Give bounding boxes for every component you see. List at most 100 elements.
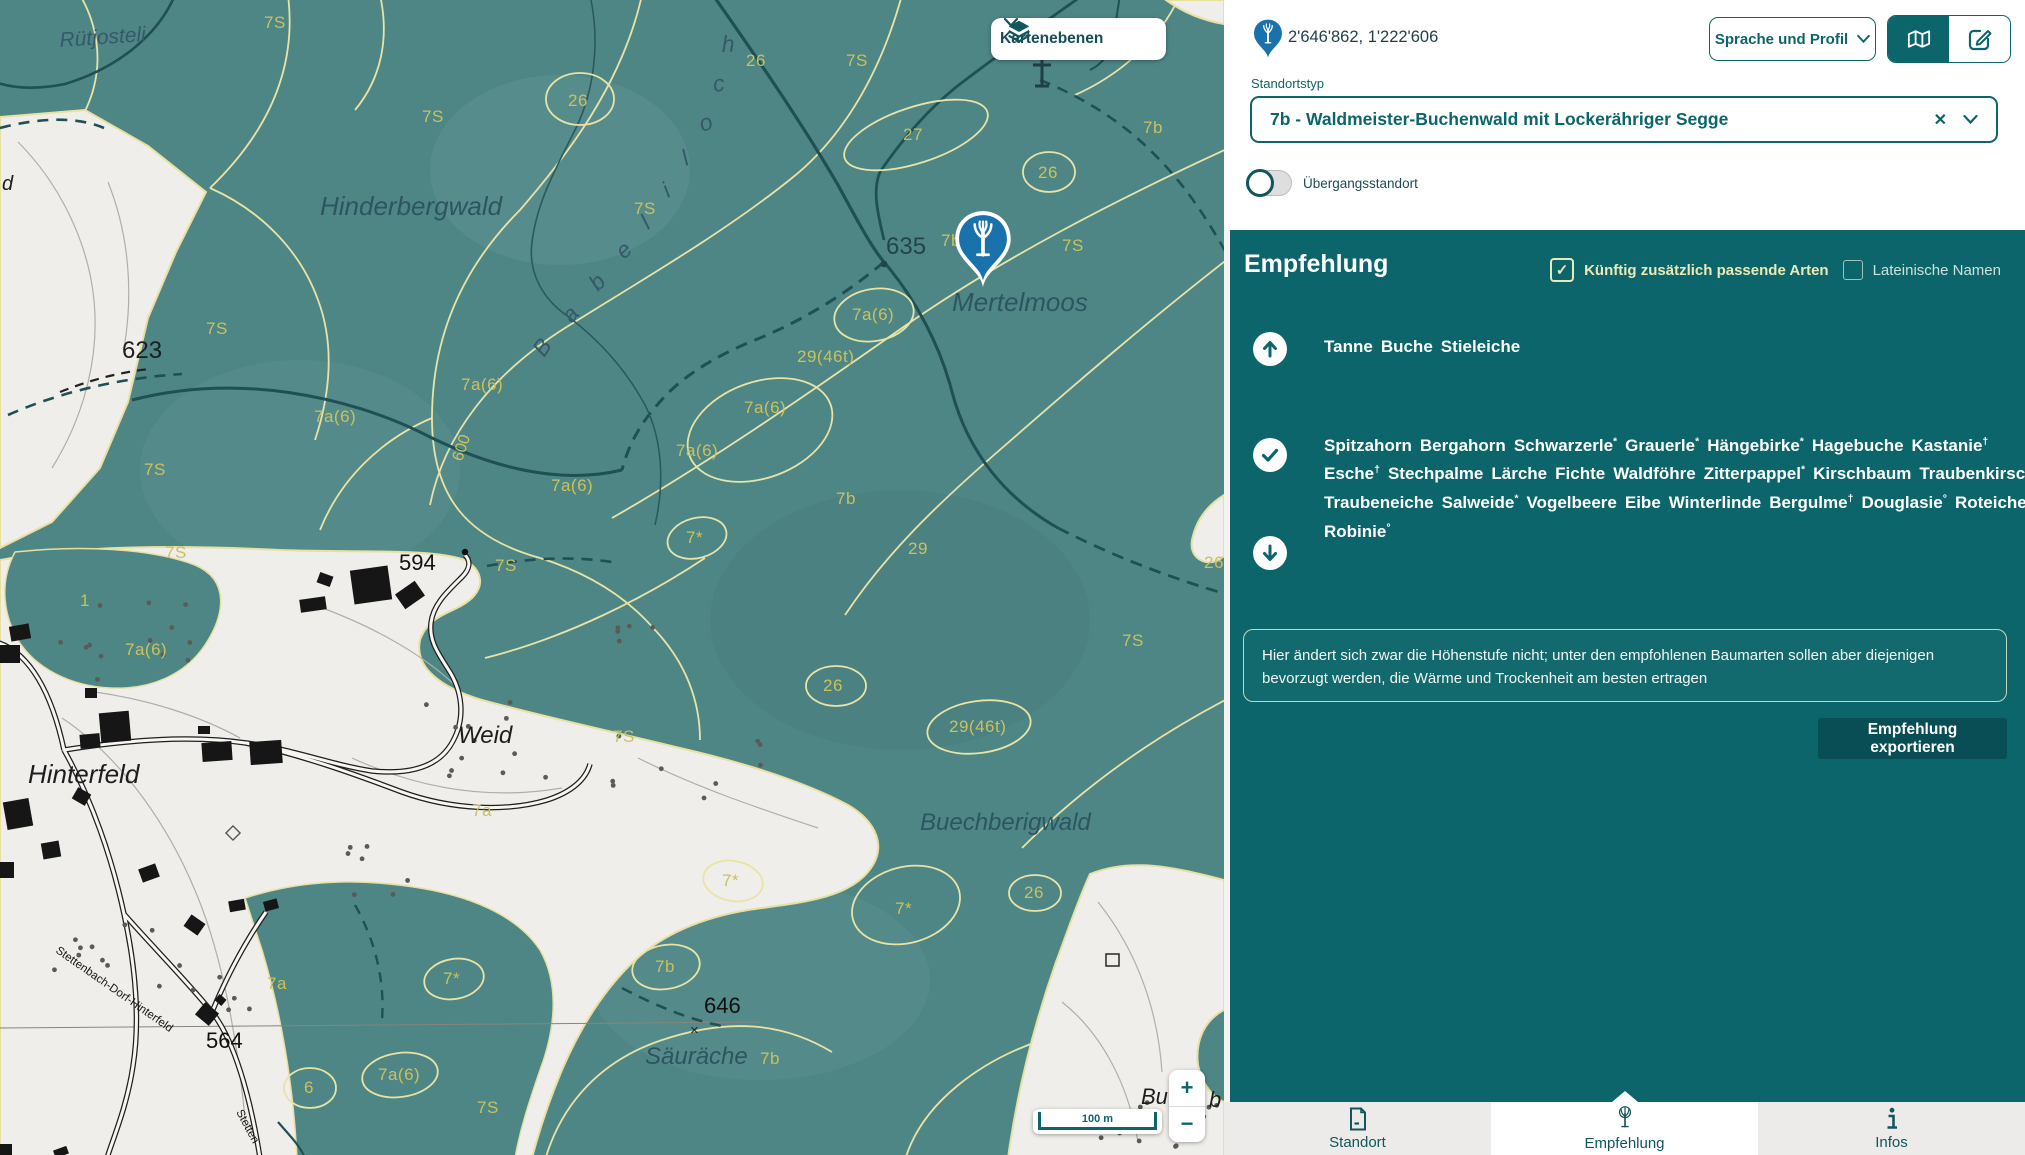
map-orchard-dot bbox=[95, 677, 100, 682]
tab-empfehlung-label: Empfehlung bbox=[1584, 1135, 1664, 1152]
transition-site-label: Übergangsstandort bbox=[1303, 176, 1418, 191]
map-code-label: 7a(6) bbox=[461, 375, 503, 394]
map-building bbox=[79, 733, 100, 749]
map-orchard-dot bbox=[659, 766, 664, 771]
map-elevation-label: 623 bbox=[122, 337, 162, 364]
map-orchard-dot bbox=[1174, 1143, 1179, 1148]
map-orchard-dot bbox=[90, 944, 95, 949]
map-code-label: 7a(6) bbox=[378, 1065, 420, 1084]
recommendation-row-suitable: SpitzahornBergahornSchwarzerle*Grauerle*… bbox=[1253, 438, 1287, 472]
map-code-label: 6 bbox=[304, 1078, 314, 1097]
map-orchard-dot bbox=[610, 779, 615, 784]
map-orchard-dot bbox=[758, 763, 763, 768]
map-code-label: 7b bbox=[1143, 118, 1163, 137]
map-orchard-dot bbox=[78, 945, 83, 950]
document-icon bbox=[1347, 1107, 1369, 1131]
map-code-label: 7S bbox=[613, 727, 635, 746]
map-canvas[interactable]: × RütjosteliHinderbergwaldMertelmoosWeid… bbox=[0, 0, 1224, 1155]
map-place-label: Buechberigwald bbox=[920, 809, 1091, 836]
recommendation-note: Hier ändert sich zwar die Höhenstufe nic… bbox=[1243, 629, 2007, 702]
tab-empfehlung[interactable]: Empfehlung bbox=[1491, 1102, 1758, 1155]
tab-infos[interactable]: Infos bbox=[1758, 1102, 2025, 1155]
map-view-button[interactable] bbox=[1888, 16, 1949, 62]
map-orchard-dot bbox=[702, 796, 707, 801]
map-place-label: Bu bbox=[1141, 1084, 1168, 1109]
map-orchard-dot bbox=[504, 716, 509, 721]
map-code-label: 7* bbox=[686, 528, 703, 547]
chevron-down-icon bbox=[1857, 35, 1870, 43]
species-name: Traubenkirsche bbox=[1919, 464, 2025, 483]
map-orchard-dot bbox=[617, 639, 622, 644]
map-code-label: 7* bbox=[722, 871, 739, 890]
map-elevation-label: 594 bbox=[399, 550, 436, 575]
map-code-label: 7a(6) bbox=[314, 407, 356, 426]
map-building bbox=[201, 741, 232, 762]
edit-view-button[interactable] bbox=[1949, 16, 2010, 62]
map-orchard-dot bbox=[627, 624, 632, 629]
clear-icon[interactable]: ✕ bbox=[1934, 110, 1947, 130]
map-code-label: 7a(6) bbox=[676, 441, 718, 460]
species-name: Schwarzerle* bbox=[1514, 436, 1617, 455]
map-orchard-dot bbox=[58, 640, 63, 645]
map-orchard-dot bbox=[185, 658, 190, 663]
arrow-up-circle-icon bbox=[1253, 332, 1287, 366]
species-name: Salweide* bbox=[1442, 493, 1519, 512]
map-orchard-dot bbox=[52, 967, 57, 972]
map-orchard-dot bbox=[360, 856, 365, 861]
zoom-out-button[interactable]: − bbox=[1169, 1107, 1205, 1143]
map-code-label: 7S bbox=[165, 543, 187, 562]
map-building bbox=[99, 711, 132, 744]
map-code-label: 26 bbox=[1204, 553, 1224, 572]
tree-app: × RütjosteliHinderbergwaldMertelmoosWeid… bbox=[0, 0, 2025, 1155]
map-place-label: Hinterfeld bbox=[28, 759, 141, 789]
map-code-label: 26 bbox=[746, 51, 766, 70]
tree-pin-icon bbox=[1614, 1106, 1636, 1132]
map-code-label: 29(46t) bbox=[797, 347, 854, 366]
map-orchard-dot bbox=[157, 984, 162, 989]
species-name: Esche† bbox=[1324, 464, 1380, 483]
bottom-tab-bar: Standort Empfehlung bbox=[1224, 1102, 2025, 1155]
export-recommendation-button[interactable]: Empfehlung exportieren bbox=[1818, 718, 2007, 759]
checkbox-box bbox=[1843, 260, 1863, 280]
map-orchard-dot bbox=[543, 775, 548, 780]
map-orchard-dot bbox=[352, 892, 357, 897]
map-orchard-dot bbox=[508, 700, 513, 705]
map-orchard-dot bbox=[611, 783, 616, 788]
map-orchard-dot bbox=[365, 844, 370, 849]
map-code-label: 7S bbox=[477, 1098, 499, 1117]
latin-names-checkbox[interactable]: Lateinische Namen bbox=[1843, 260, 2001, 280]
species-name: Stechpalme bbox=[1388, 464, 1483, 483]
map-layers-button[interactable]: Kartenebenen bbox=[991, 18, 1166, 60]
language-profile-button[interactable]: Sprache und Profil bbox=[1709, 17, 1876, 61]
tab-standort[interactable]: Standort bbox=[1224, 1102, 1491, 1155]
map-place-label: d bbox=[2, 173, 14, 195]
map-code-label: 7a(6) bbox=[852, 305, 894, 324]
map-orchard-dot bbox=[105, 963, 110, 968]
species-name: Buche bbox=[1381, 337, 1433, 356]
map-code-label: 26 bbox=[823, 676, 843, 695]
site-type-select[interactable]: 7b - Waldmeister-Buchenwald mit Lockeräh… bbox=[1250, 96, 1998, 143]
zoom-in-button[interactable]: + bbox=[1169, 1070, 1205, 1106]
map-orchard-dot bbox=[99, 654, 104, 659]
map-code-label: 7S bbox=[206, 319, 228, 338]
tree-pin-icon bbox=[1250, 17, 1286, 61]
future-species-checkbox[interactable]: ✓ Künftig zusätzlich passende Arten bbox=[1550, 258, 1828, 282]
map-orchard-dot bbox=[1099, 1135, 1104, 1140]
species-name: Roteiche° bbox=[1955, 493, 2025, 512]
map-building bbox=[41, 841, 62, 860]
map-orchard-dot bbox=[187, 640, 192, 645]
species-name: Grauerle* bbox=[1625, 436, 1699, 455]
map-orchard-dot bbox=[73, 937, 78, 942]
map-orchard-dot bbox=[169, 625, 174, 630]
map-elevation-label: 635 bbox=[886, 233, 926, 260]
map-junction-dot bbox=[462, 549, 468, 555]
map-code-label: 27 bbox=[903, 125, 923, 144]
map-orchard-dot bbox=[459, 756, 464, 761]
map-code-label: 7b bbox=[836, 489, 856, 508]
chevron-down-icon bbox=[1004, 18, 1018, 27]
transition-site-toggle[interactable] bbox=[1246, 170, 1292, 196]
active-tab-notch bbox=[1612, 1091, 1638, 1102]
map-building bbox=[249, 740, 283, 765]
check-circle-icon bbox=[1253, 438, 1287, 472]
map-code-label: 1 bbox=[80, 591, 90, 610]
